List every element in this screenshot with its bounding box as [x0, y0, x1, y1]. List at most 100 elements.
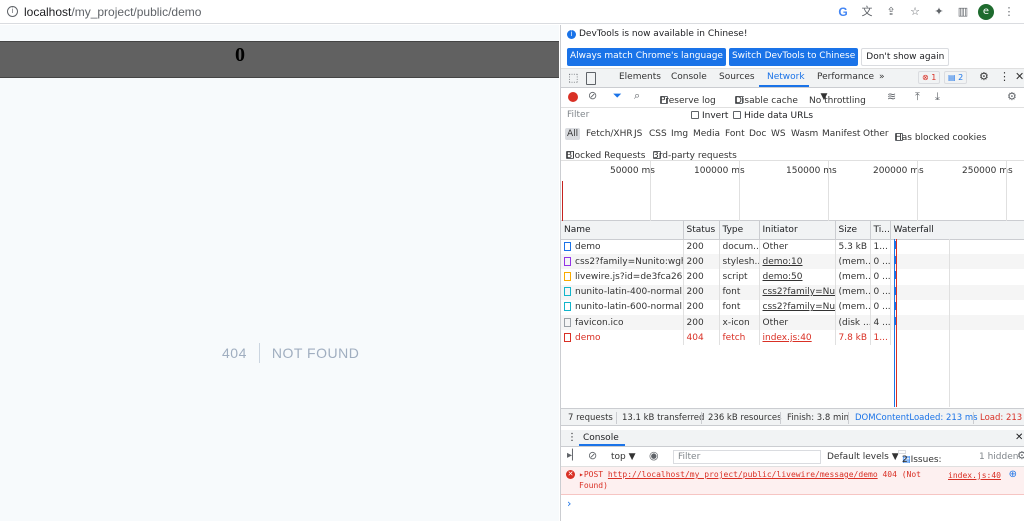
type-filter-media[interactable]: Media: [693, 129, 720, 139]
drawer-menu-icon[interactable]: ⋮: [567, 432, 577, 443]
menu-kebab-icon[interactable]: ⋮: [1000, 3, 1018, 21]
request-size: (mem...: [835, 254, 871, 270]
share-icon[interactable]: ⇪: [882, 3, 900, 21]
column-header-waterfall[interactable]: Waterfall: [890, 221, 1024, 240]
search-icon[interactable]: ⌕: [634, 89, 640, 103]
error-count-badge[interactable]: ⊗ 1: [918, 71, 941, 84]
filter-icon[interactable]: ⏷: [613, 89, 622, 103]
table-row[interactable]: demo 200 docum... Other 5.3 kB 1...: [561, 239, 1024, 255]
request-initiator-link[interactable]: css2?family=Nu...: [759, 299, 836, 315]
prompt-caret-icon: ›: [567, 497, 572, 510]
error-source-link[interactable]: index.js:40: [948, 471, 1001, 480]
bookmark-star-icon[interactable]: ☆: [906, 3, 924, 21]
column-header-name[interactable]: Name: [561, 221, 684, 240]
close-drawer-icon[interactable]: ✕: [1015, 432, 1023, 443]
console-settings-icon[interactable]: ⚙: [1017, 449, 1024, 462]
devtools-tabbar: ⬚ Elements Console Sources Network Perfo…: [561, 69, 1024, 88]
column-header-status[interactable]: Status: [683, 221, 720, 240]
tab-performance[interactable]: Performance: [817, 72, 874, 82]
log-levels-select[interactable]: Default levels ▼: [827, 452, 899, 462]
request-initiator-link[interactable]: demo:50: [759, 269, 836, 285]
console-prompt[interactable]: ›: [561, 495, 1024, 515]
match-language-button[interactable]: Always match Chrome's language: [567, 48, 726, 66]
console-error-message[interactable]: ✕ ▸POST http://localhost/my_project/publ…: [561, 467, 1024, 495]
language-infobar: i DevTools is now available in Chinese! A…: [561, 25, 1024, 69]
live-expression-eye-icon[interactable]: ◉: [649, 449, 659, 462]
profile-avatar[interactable]: e: [978, 4, 994, 20]
clear-icon[interactable]: ⊘: [588, 89, 597, 102]
type-filter-wasm[interactable]: Wasm: [791, 129, 818, 139]
column-header-time[interactable]: Ti...: [870, 221, 891, 240]
issues-button[interactable]: 2 Issues: ▤ 2: [898, 450, 942, 465]
request-initiator-link[interactable]: index.js:40: [759, 330, 836, 346]
type-filter-doc[interactable]: Doc: [749, 129, 766, 139]
error-url-link[interactable]: http://localhost/my_project/public/livew…: [608, 470, 878, 479]
address-bar[interactable]: i localhost/my_project/public/demo G 文 ⇪…: [0, 0, 1024, 24]
table-row[interactable]: nunito-latin-600-normal... 200 font css2…: [561, 299, 1024, 315]
tab-elements[interactable]: Elements: [619, 72, 661, 82]
settings-gear-icon[interactable]: ⚙: [979, 70, 989, 83]
overview-tick: 100000 ms: [694, 166, 745, 176]
table-row[interactable]: nunito-latin-400-normal... 200 font css2…: [561, 284, 1024, 300]
record-icon[interactable]: [568, 92, 578, 102]
type-filter-manifest[interactable]: Manifest: [822, 129, 860, 139]
type-filter-ws[interactable]: WS: [771, 129, 786, 139]
column-header-size[interactable]: Size: [835, 221, 871, 240]
device-toolbar-icon[interactable]: [586, 72, 596, 85]
export-har-icon[interactable]: ⤓: [935, 90, 940, 104]
request-status: 200: [683, 284, 720, 300]
tab-network[interactable]: Network: [767, 72, 805, 82]
throttling-select[interactable]: No throttling ▼: [809, 92, 866, 106]
timeline-overview[interactable]: 50000 ms 100000 ms 150000 ms 200000 ms 2…: [561, 161, 1024, 221]
network-filter-input[interactable]: Filter: [565, 110, 683, 123]
tab-sources[interactable]: Sources: [719, 72, 755, 82]
context-select[interactable]: top ▼: [611, 452, 636, 462]
type-filter-other[interactable]: Other: [863, 129, 889, 139]
devtools-menu-icon[interactable]: ⋮: [999, 70, 1010, 83]
search-web-icon[interactable]: ⊕: [1009, 469, 1017, 480]
error-method[interactable]: ▸POST: [579, 470, 603, 479]
side-panel-icon[interactable]: ▥: [954, 3, 972, 21]
type-filter-all[interactable]: All: [565, 128, 581, 140]
dont-show-again-button[interactable]: Don't show again: [861, 48, 950, 66]
console-filter-input[interactable]: Filter: [673, 450, 821, 464]
site-info-icon[interactable]: i: [7, 6, 18, 17]
close-devtools-icon[interactable]: ✕: [1015, 70, 1024, 83]
request-name: nunito-latin-600-normal...: [575, 302, 683, 313]
type-filter-js[interactable]: JS: [634, 129, 642, 139]
summary-load: Load: 213 m: [980, 413, 1024, 423]
switch-language-button[interactable]: Switch DevTools to Chinese: [728, 48, 859, 66]
google-icon[interactable]: G: [834, 3, 852, 21]
table-row[interactable]: demo 404 fetch index.js:40 7.8 kB 1...: [561, 330, 1024, 346]
table-row[interactable]: livewire.js?id=de3fca266... 200 script d…: [561, 269, 1024, 285]
request-status: 200: [683, 239, 720, 255]
network-settings-icon[interactable]: ⚙: [1007, 90, 1017, 103]
extensions-icon[interactable]: ✦: [930, 3, 948, 21]
column-header-initiator[interactable]: Initiator: [759, 221, 836, 240]
network-conditions-icon[interactable]: ≋: [887, 90, 896, 103]
show-sidebar-icon[interactable]: ▸▏: [567, 450, 580, 461]
hidden-count: 1 hidden: [979, 452, 1019, 462]
table-row[interactable]: css2?family=Nunito:wgh... 200 stylesh...…: [561, 254, 1024, 270]
checkbox-icon: [733, 111, 741, 119]
import-har-icon[interactable]: ⤒: [915, 90, 920, 104]
request-initiator-link[interactable]: demo:10: [759, 254, 836, 270]
request-initiator-link[interactable]: css2?family=Nu...: [759, 284, 836, 300]
type-filter-css[interactable]: CSS: [649, 129, 667, 139]
clear-console-icon[interactable]: ⊘: [588, 449, 597, 462]
url-text[interactable]: localhost/my_project/public/demo: [24, 5, 201, 19]
more-tabs-icon[interactable]: »: [879, 72, 885, 82]
column-header-type[interactable]: Type: [719, 221, 760, 240]
message-count-badge[interactable]: ▤ 2: [944, 71, 968, 84]
table-row[interactable]: favicon.ico 200 x-icon Other (disk ... 4…: [561, 314, 1024, 331]
drawer-tab-console[interactable]: Console: [583, 433, 619, 443]
tab-console[interactable]: Console: [671, 72, 707, 82]
type-filter-font[interactable]: Font: [725, 129, 745, 139]
invert-checkbox[interactable]: Invert: [691, 111, 728, 121]
hide-data-urls-checkbox[interactable]: Hide data URLs: [733, 111, 813, 121]
type-filter-fetch-xhr[interactable]: Fetch/XHR: [586, 129, 633, 139]
error-text: NOT FOUND: [271, 345, 360, 361]
type-filter-img[interactable]: Img: [671, 129, 688, 139]
inspect-element-icon[interactable]: ⬚: [568, 72, 580, 84]
translate-icon[interactable]: 文: [858, 3, 876, 21]
